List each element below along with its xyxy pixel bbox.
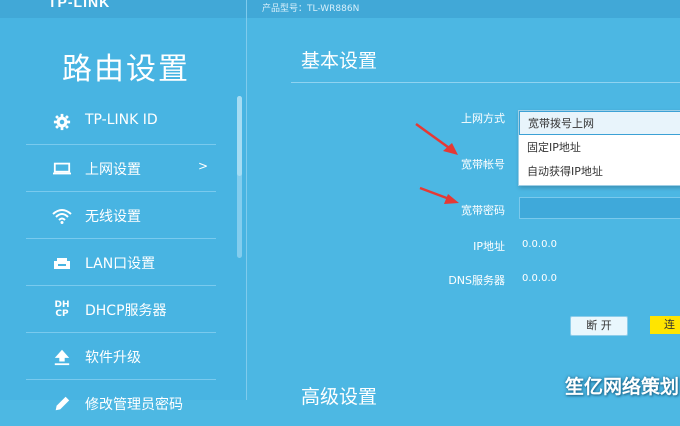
section-divider	[291, 82, 680, 83]
section-title-advanced: 高级设置	[301, 386, 378, 408]
ip-label: IP地址	[473, 240, 505, 253]
password-input[interactable]	[519, 197, 680, 219]
sidebar-item-internet[interactable]: 上网设置 >	[0, 145, 230, 191]
section-title-basic: 基本设置	[301, 50, 378, 72]
wan-mode-dropdown[interactable]: 宽带拨号上网 固定IP地址 自动获得IP地址	[518, 110, 680, 186]
account-label: 宽带帐号	[461, 158, 505, 171]
pencil-icon	[52, 394, 72, 414]
monitor-icon	[52, 159, 72, 179]
sidebar-item-admin-password[interactable]: 修改管理员密码	[0, 380, 230, 426]
dns-value: 0.0.0.0	[522, 273, 557, 284]
main-panel: 基本设置 上网方式 宽带帐号 宽带密码 IP地址 0.0.0.0 DNS服务器 …	[247, 18, 680, 408]
dropdown-option-static-ip[interactable]: 固定IP地址	[519, 136, 680, 160]
sidebar-item-upgrade[interactable]: 软件升级	[0, 333, 230, 379]
sidebar-item-label: 修改管理员密码	[85, 397, 183, 413]
disconnect-button[interactable]: 断 开	[570, 316, 628, 336]
sidebar-item-label: 无线设置	[85, 209, 141, 225]
connect-button[interactable]: 连	[650, 316, 680, 334]
sidebar: 路由设置 TP-LINK ID 上网设置 > 无线设置 LAN口设置 DH CP…	[0, 18, 246, 413]
sidebar-title: 路由设置	[62, 52, 190, 87]
chevron-right-icon: >	[197, 159, 208, 173]
top-banner: TP-LINK 产品型号：TL-WR886N	[0, 0, 680, 18]
ip-value: 0.0.0.0	[522, 239, 557, 250]
dropdown-option-dhcp[interactable]: 自动获得IP地址	[519, 160, 680, 184]
gear-icon	[52, 112, 72, 132]
wan-mode-label: 上网方式	[461, 112, 505, 125]
brand-logo: TP-LINK	[48, 0, 111, 10]
dns-label: DNS服务器	[448, 274, 505, 287]
watermark-text: 笙亿网络策划	[565, 376, 680, 398]
sidebar-scrollbar-thumb[interactable]	[237, 96, 242, 176]
sidebar-item-label: DHCP服务器	[85, 303, 167, 319]
model-label: 产品型号：TL-WR886N	[262, 4, 360, 14]
sidebar-item-dhcp[interactable]: DH CP DHCP服务器	[0, 286, 230, 332]
sidebar-item-wireless[interactable]: 无线设置	[0, 192, 230, 238]
sidebar-item-tplink-id[interactable]: TP-LINK ID	[0, 98, 230, 144]
sidebar-item-lan[interactable]: LAN口设置	[0, 239, 230, 285]
sidebar-item-label: TP-LINK ID	[85, 112, 158, 128]
sidebar-item-label: 上网设置	[85, 162, 141, 178]
sidebar-item-label: 软件升级	[85, 350, 141, 366]
lan-icon	[52, 253, 72, 273]
password-label: 宽带密码	[461, 204, 505, 217]
dhcp-icon: DH CP	[54, 300, 70, 319]
upload-icon	[52, 347, 72, 367]
wifi-icon	[52, 206, 72, 226]
sidebar-item-label: LAN口设置	[85, 256, 156, 272]
dropdown-option-pppoe[interactable]: 宽带拨号上网	[519, 111, 680, 135]
